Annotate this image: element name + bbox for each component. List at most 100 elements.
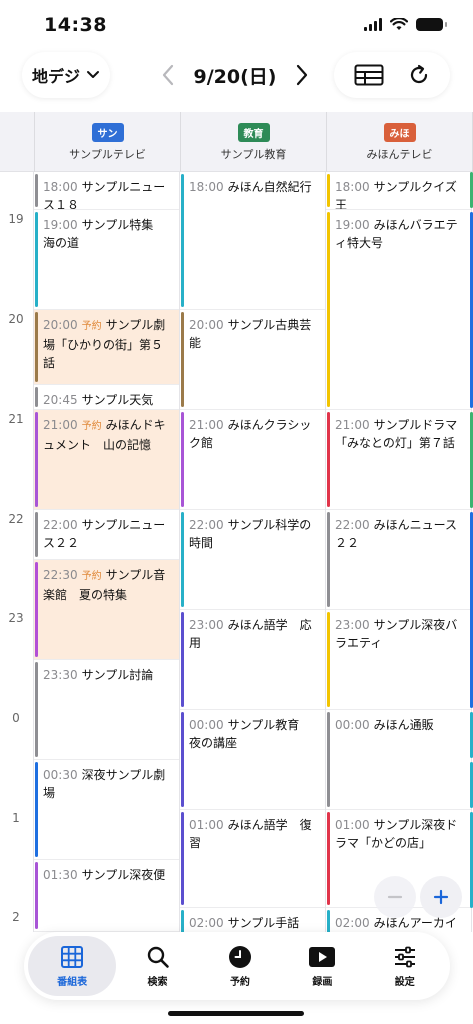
program-cell[interactable]: 22:00 サンプル科学の時間 [180, 510, 325, 610]
program-cell-reserved[interactable]: 21:00 予約 みほんドキュメント 山の記憶 [34, 410, 179, 510]
program-time: 21:00 [335, 418, 370, 432]
program-cell[interactable]: 22:00 サンプルニュース２２ [34, 510, 179, 560]
program-cell[interactable]: 23:30 サンプル討論 [34, 660, 179, 760]
program-cell[interactable]: 00:00 みほん通販 [326, 710, 471, 810]
program-cell[interactable]: 19:00 サンプル特集 海の道 [34, 210, 179, 310]
program-cell[interactable]: 23:00 みほん語学 応用 [180, 610, 325, 710]
current-date[interactable]: 9/20(日) [194, 62, 277, 89]
tab-label: 番組表 [57, 976, 88, 988]
program-time: 20:00 [189, 318, 224, 332]
minus-icon [387, 895, 403, 899]
program-time: 01:00 [335, 818, 370, 832]
status-icons [364, 18, 447, 31]
reserved-tag: 予約 [81, 321, 102, 332]
grid-icon [61, 945, 84, 968]
channel-type-selector[interactable]: 地デジ [22, 52, 110, 98]
zoom-in-button[interactable] [420, 876, 462, 918]
program-time: 19:00 [43, 218, 78, 232]
genre-bar [327, 512, 330, 607]
tab-settings[interactable]: 設定 [364, 936, 446, 996]
program-grid[interactable]: 19 20 21 22 23 0 1 2 18:00 サンプルニュース１８ 19:… [0, 172, 473, 932]
search-icon [147, 946, 169, 968]
program-time: 22:00 [189, 518, 224, 532]
genre-bar [327, 812, 330, 905]
program-time: 22:30 [43, 568, 78, 582]
program-time: 23:30 [43, 668, 78, 682]
program-time: 23:00 [335, 618, 370, 632]
hour-column: 19 20 21 22 23 0 1 2 [0, 172, 34, 932]
program-cell[interactable]: 21:00 サンプルドラマ「みなとの灯」第７話 [326, 410, 471, 510]
program-cell-reserved[interactable]: 20:00 予約 サンプル劇場「ひかりの街」第５話 [34, 310, 179, 385]
program-cell[interactable]: 19:00 みほんバラエティ特大号 [326, 210, 471, 410]
channel-column-header[interactable]: みほ みほんテレビ [326, 112, 472, 172]
prev-day-icon[interactable] [160, 63, 176, 87]
genre-bar [35, 312, 38, 382]
tab-label: 検索 [147, 976, 168, 988]
table-view-icon[interactable] [354, 64, 384, 86]
tab-label: 設定 [394, 976, 415, 988]
home-indicator [168, 1011, 304, 1016]
genre-bar [181, 512, 184, 607]
sliders-icon [394, 946, 415, 967]
program-time: 21:00 [43, 418, 78, 432]
next-day-icon[interactable] [294, 63, 310, 87]
genre-bar [35, 562, 38, 657]
program-time: 22:00 [335, 518, 370, 532]
channel-name: サンプルテレビ [69, 147, 146, 161]
refresh-icon[interactable] [407, 63, 431, 87]
program-cell[interactable]: 18:00 サンプルクイズ王 [326, 172, 471, 210]
channel-column-header[interactable]: サン サンプルテレビ [34, 112, 180, 172]
program-cell[interactable]: 23:00 サンプル深夜バラエティ [326, 610, 471, 710]
program-title: サンプル討論 [81, 668, 154, 682]
program-cell[interactable]: 22:00 みほんニュース２２ [326, 510, 471, 610]
hour-label: 0 [12, 711, 20, 725]
channel-type-label: 地デジ [31, 67, 80, 86]
tab-search[interactable]: 検索 [116, 936, 198, 996]
program-time: 00:30 [43, 768, 78, 782]
signal-icon [364, 18, 382, 31]
date-navigator: 9/20(日) [160, 50, 310, 100]
program-cell[interactable]: 20:45 サンプル天気 [34, 385, 179, 410]
program-time: 02:00 [335, 916, 370, 930]
genre-bar [181, 412, 184, 507]
tab-program-guide[interactable]: 番組表 [28, 936, 117, 996]
program-title: サンプル深夜便 [81, 868, 166, 882]
channel-column-header[interactable]: 教育 サンプル教育 [180, 112, 326, 172]
program-time: 20:45 [43, 393, 78, 407]
tab-recordings[interactable]: 録画 [281, 936, 363, 996]
hour-label: 22 [8, 512, 24, 526]
genre-bar [35, 762, 38, 857]
channel-badge: 教育 [237, 122, 270, 142]
tab-label: 録画 [312, 976, 333, 988]
status-time: 14:38 [44, 14, 107, 36]
channel-badge: みほ [383, 122, 416, 142]
hour-label: 23 [8, 611, 24, 625]
tab-reservations[interactable]: 予約 [199, 936, 281, 996]
program-cell[interactable]: 21:00 みほんクラシック館 [180, 410, 325, 510]
genre-bar [327, 412, 330, 507]
top-toolbar: 地デジ 9/20(日) [0, 50, 473, 112]
program-time: 18:00 [43, 180, 78, 194]
program-cell[interactable]: 20:00 サンプル古典芸能 [180, 310, 325, 410]
channel-name: サンプル教育 [220, 147, 287, 161]
program-cell[interactable]: 00:30 深夜サンプル劇場 [34, 760, 179, 860]
program-title: みほん自然紀行 [227, 180, 312, 194]
program-cell[interactable]: 01:00 みほん語学 復習 [180, 810, 325, 908]
hour-label: 1 [12, 811, 20, 825]
hour-label: 2 [12, 910, 20, 924]
clock-icon [228, 945, 251, 968]
zoom-out-button[interactable] [374, 876, 416, 918]
program-cell-reserved[interactable]: 22:30 予約 サンプル音楽館 夏の特集 [34, 560, 179, 660]
program-cell[interactable]: 18:00 みほん自然紀行 [180, 172, 325, 310]
program-time: 01:00 [189, 818, 224, 832]
plus-icon [433, 889, 449, 905]
program-cell[interactable]: 00:00 サンプル教育 夜の講座 [180, 710, 325, 810]
program-cell[interactable]: 02:00 サンプル手話 [180, 908, 325, 932]
program-time: 01:30 [43, 868, 78, 882]
genre-bar [327, 712, 330, 807]
program-cell[interactable]: 18:00 サンプルニュース１８ [34, 172, 179, 210]
program-cell[interactable]: 01:30 サンプル深夜便 [34, 860, 179, 932]
genre-bar [35, 387, 38, 407]
program-title: みほん通販 [373, 718, 434, 732]
genre-bar [35, 412, 38, 507]
